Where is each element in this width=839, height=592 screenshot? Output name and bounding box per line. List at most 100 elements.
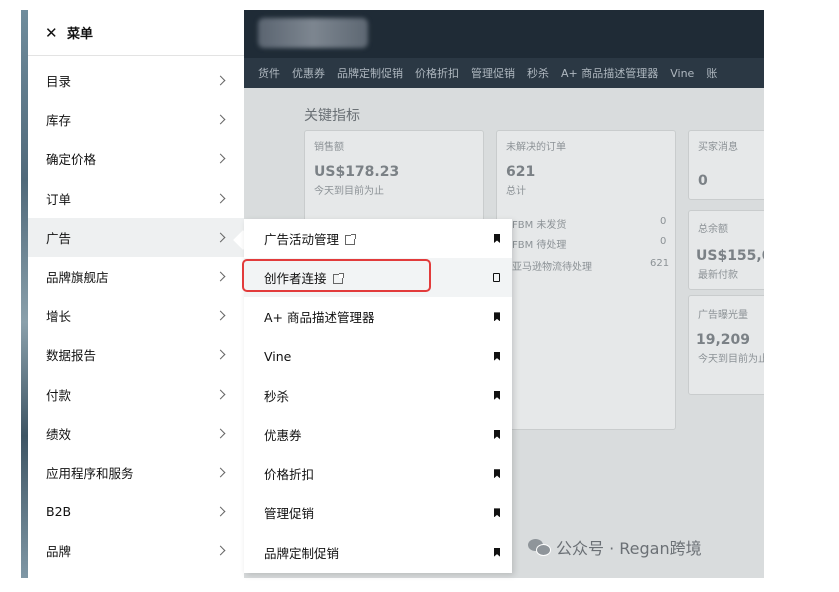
bg-nav-item: 价格折扣 xyxy=(415,67,459,80)
bookmark-icon[interactable] xyxy=(494,351,500,361)
orders-label: 未解决的订单 xyxy=(506,142,566,153)
bg-nav-item: Vine xyxy=(670,66,695,80)
wechat-icon xyxy=(528,539,551,556)
bg-nav-item: 品牌定制促销 xyxy=(337,67,403,80)
submenu-item[interactable]: 品牌定制促销 xyxy=(244,533,512,572)
bg-nav-item: 秒杀 xyxy=(527,67,549,80)
chevron-right-icon xyxy=(215,193,226,204)
chevron-right-icon xyxy=(215,153,226,164)
blurred-logo xyxy=(258,18,368,48)
watermark-text: 公众号 · Regan跨境 xyxy=(556,539,702,558)
total-value: US$155,0 xyxy=(696,248,764,264)
sales-sub: 今天到目前为止 xyxy=(314,186,384,197)
chevron-right-icon xyxy=(215,271,226,282)
menu-item[interactable]: 应用程序和服务 xyxy=(28,453,244,492)
orders-row-value: 621 xyxy=(650,258,670,269)
bookmark-icon[interactable] xyxy=(494,508,500,518)
orders-sub: 总计 xyxy=(506,186,526,197)
chevron-right-icon xyxy=(215,310,226,321)
menu-item-label: 增长 xyxy=(46,309,72,325)
bookmark-icon[interactable] xyxy=(494,390,500,400)
highlight-box xyxy=(242,259,431,292)
menu-item[interactable]: B2B xyxy=(28,492,244,531)
submenu-item-label: Vine xyxy=(264,348,292,364)
total-sub: 最新付款 xyxy=(698,270,738,281)
buyer-value: 0 xyxy=(698,173,708,189)
submenu-item-label: 秒杀 xyxy=(264,388,290,404)
orders-row-label: FBM 未发货 xyxy=(512,220,567,231)
side-menu: ✕ 菜单 目录库存确定价格订单广告品牌旗舰店增长数据报告付款绩效应用程序和服务 B… xyxy=(28,10,244,578)
section-title: 关键指标 xyxy=(304,108,360,124)
menu-item-label: 付款 xyxy=(46,387,72,403)
submenu-item[interactable]: 广告活动管理 xyxy=(244,219,512,258)
close-icon[interactable]: ✕ xyxy=(45,24,59,42)
chevron-right-icon xyxy=(215,506,226,517)
bg-nav-item: 优惠券 xyxy=(292,67,325,80)
submenu-item[interactable]: 管理促销 xyxy=(244,493,512,532)
chevron-right-icon xyxy=(215,232,226,243)
ad-sub: 今天到目前为止 xyxy=(698,354,764,365)
menu-item-label: 品牌旗舰店 xyxy=(46,270,109,285)
bg-nav-item: 管理促销 xyxy=(471,67,515,80)
orders-row-value: 0 xyxy=(660,236,667,247)
menu-item[interactable]: 数据报告 xyxy=(28,335,244,374)
menu-item-label: B2B xyxy=(46,504,72,520)
menu-item[interactable]: 品牌旗舰店 xyxy=(28,257,244,296)
chevron-right-icon xyxy=(215,114,226,125)
ad-value: 19,209 xyxy=(696,332,751,348)
orders-value: 621 xyxy=(506,164,536,180)
bookmark-icon[interactable] xyxy=(494,312,500,322)
orders-row-label: FBM 待处理 xyxy=(512,240,567,251)
menu-item[interactable]: 确定价格 xyxy=(28,139,244,178)
menu-item-label: 目录 xyxy=(46,74,72,89)
menu-item[interactable]: 库存 xyxy=(28,100,244,139)
bookmark-icon[interactable] xyxy=(494,430,500,439)
chevron-right-icon xyxy=(215,428,226,439)
bookmark-icon[interactable] xyxy=(494,234,500,243)
bookmark-icon[interactable] xyxy=(494,547,500,557)
menu-item-label: 广告 xyxy=(46,230,72,246)
menu-item[interactable]: 绩效 xyxy=(28,414,244,453)
chevron-right-icon xyxy=(215,75,226,86)
buyer-label: 买家消息 xyxy=(698,142,738,153)
bg-nav-item: 账 xyxy=(706,67,718,80)
orders-row-label: 亚马逊物流待处理 xyxy=(512,262,592,273)
menu-item-label: 数据报告 xyxy=(46,348,97,364)
submenu-item[interactable]: 优惠券 xyxy=(244,415,512,454)
menu-item[interactable]: 品牌 xyxy=(28,531,244,570)
menu-item-label: 确定价格 xyxy=(46,152,97,168)
menu-item[interactable]: 广告 xyxy=(28,217,244,257)
submenu-item[interactable]: 秒杀 xyxy=(244,376,512,415)
dashboard-header xyxy=(244,10,764,58)
menu-header: ✕ 菜单 xyxy=(28,10,244,56)
menu-item[interactable]: 付款 xyxy=(28,375,244,414)
chevron-right-icon xyxy=(215,349,226,360)
submenu-item-label: 管理促销 xyxy=(264,506,315,522)
sales-value: US$178.23 xyxy=(314,164,400,180)
bookmark-icon[interactable] xyxy=(493,273,500,283)
submenu-item-label: 广告活动管理 xyxy=(264,232,340,247)
bookmark-icon[interactable] xyxy=(494,469,500,479)
menu-item-label: 应用程序和服务 xyxy=(46,466,134,481)
menu-item[interactable]: 目录 xyxy=(28,61,244,100)
submenu-item-label: 优惠券 xyxy=(264,428,302,443)
background-photo-strip xyxy=(21,10,28,578)
menu-item[interactable]: 订单 xyxy=(28,179,244,218)
watermark: 公众号 · Regan跨境 xyxy=(528,535,702,559)
menu-item[interactable]: 增长 xyxy=(28,296,244,335)
dashboard-nav: 货件 优惠券 品牌定制促销 价格折扣 管理促销 秒杀 A+ 商品描述管理器 Vine 账 xyxy=(244,58,764,88)
menu-item-label: 绩效 xyxy=(46,426,72,442)
submenu-item[interactable]: Vine xyxy=(244,337,512,376)
orders-row-value: 0 xyxy=(660,216,667,227)
bg-nav-item: A+ 商品描述管理器 xyxy=(561,67,659,80)
submenu-item[interactable]: 价格折扣 xyxy=(244,454,512,493)
submenu-item-label: 价格折扣 xyxy=(264,467,315,483)
sales-label: 销售额 xyxy=(314,142,344,153)
submenu-item-label: A+ 商品描述管理器 xyxy=(264,310,375,326)
ad-label: 广告曝光量 xyxy=(698,310,748,321)
menu-item-label: 品牌 xyxy=(46,544,72,560)
submenu-item[interactable]: A+ 商品描述管理器 xyxy=(244,297,512,336)
chevron-right-icon xyxy=(215,389,226,400)
menu-item-label: 订单 xyxy=(46,191,72,207)
chevron-right-icon xyxy=(215,467,226,478)
